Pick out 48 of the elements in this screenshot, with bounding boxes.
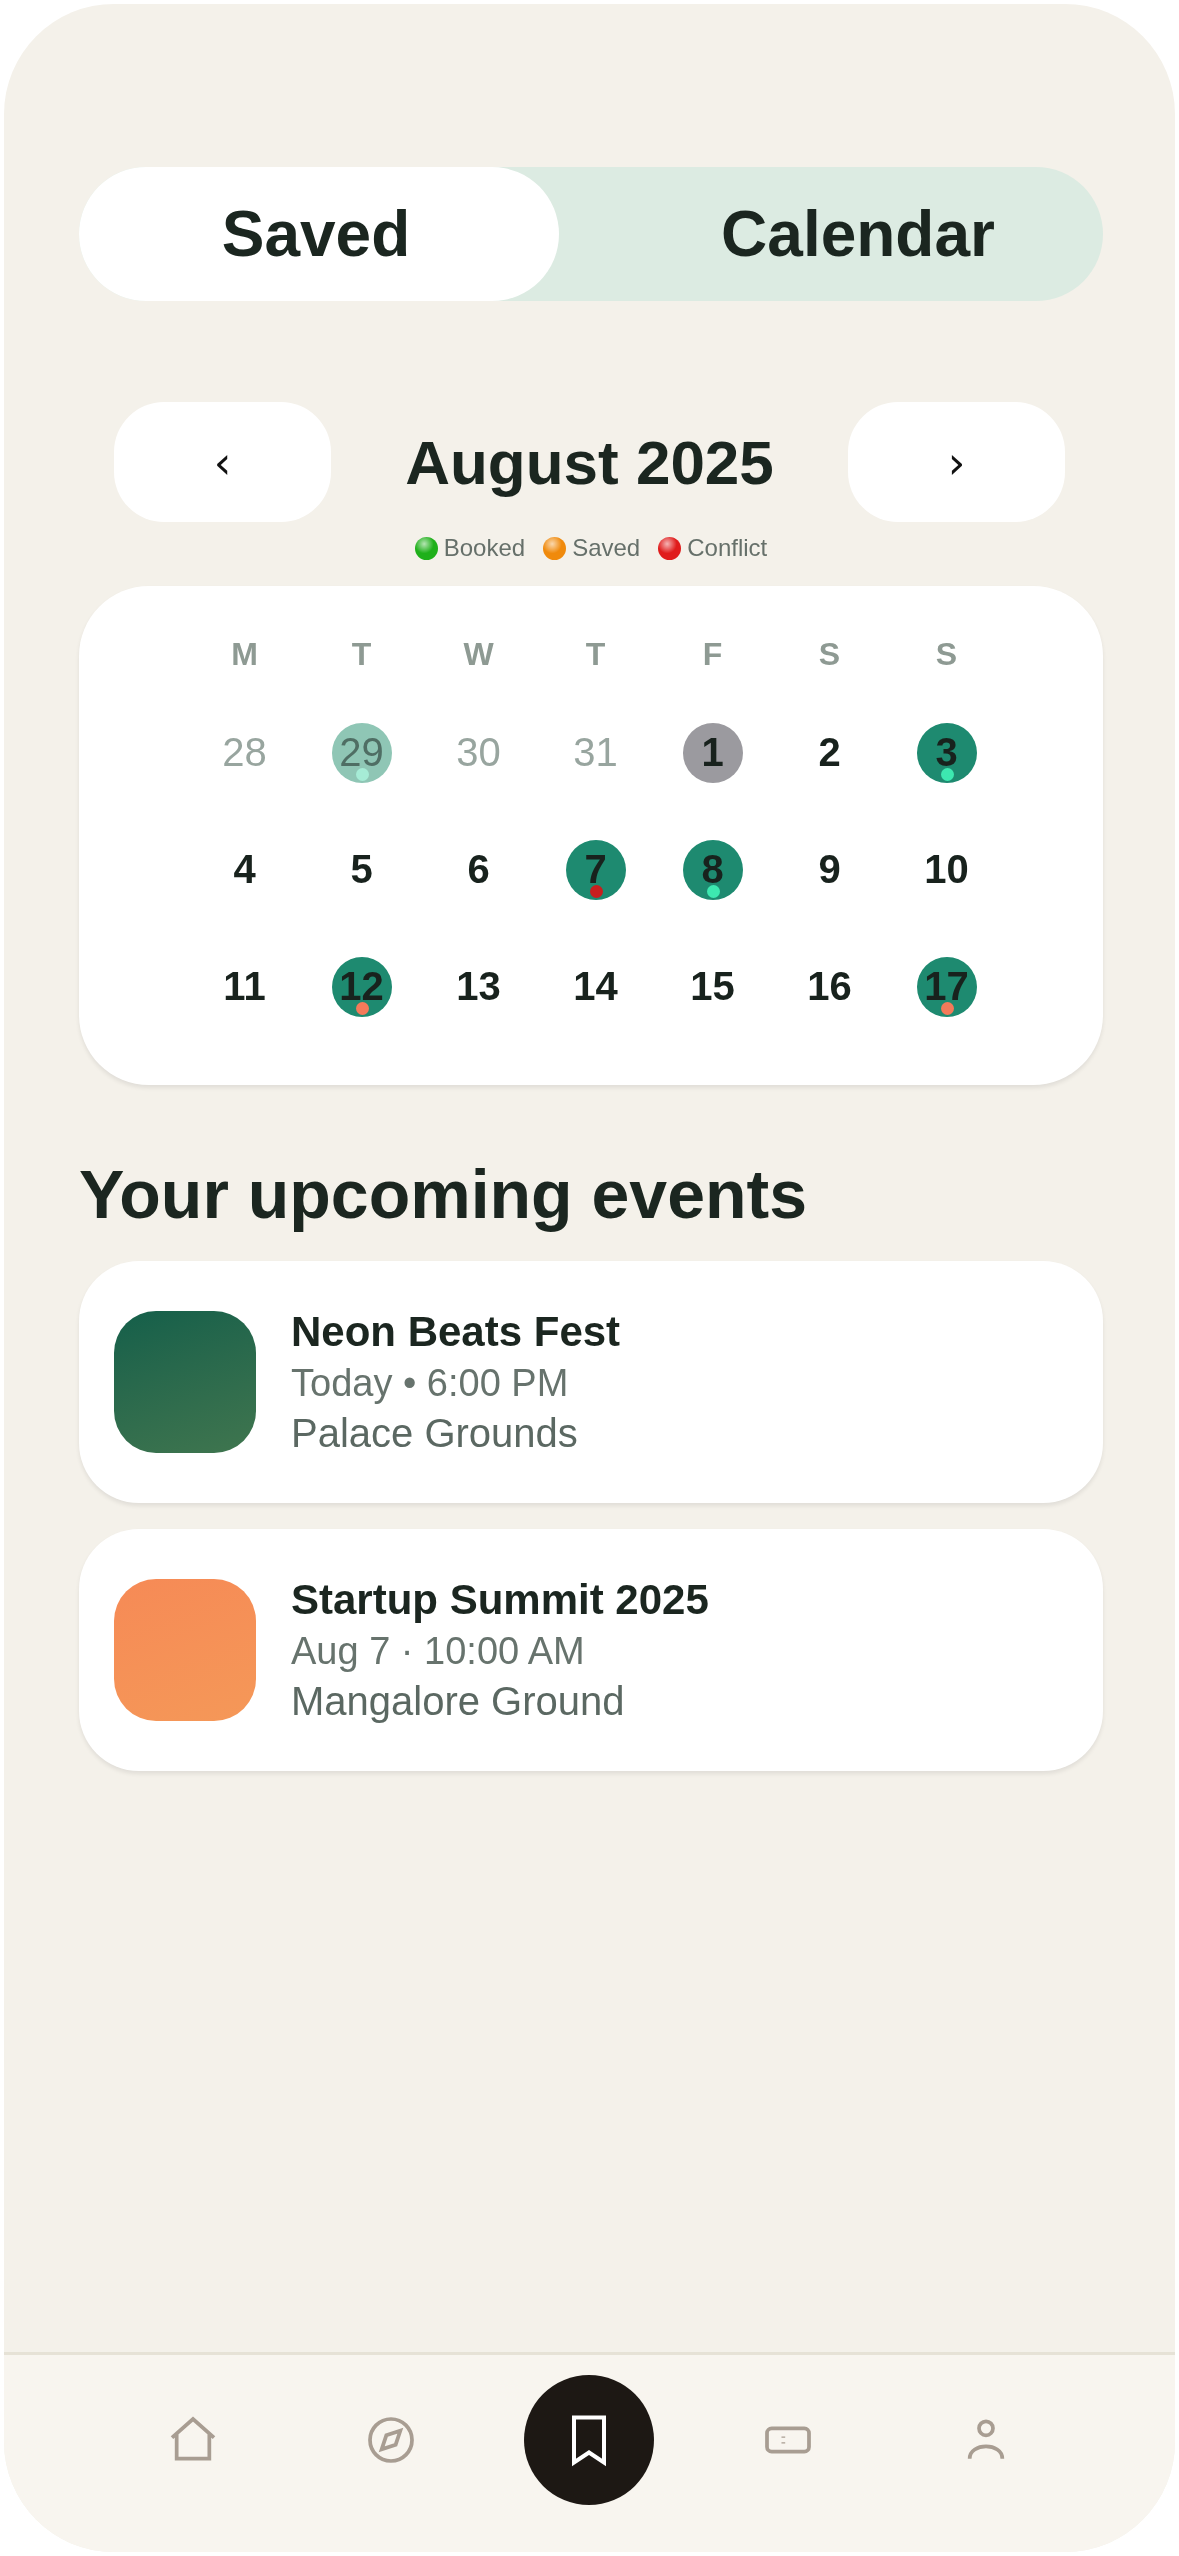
day-number[interactable]: 6	[467, 847, 490, 892]
weekday-label: M	[230, 634, 259, 674]
event-time: Aug 7 · 10:00 AM	[291, 1630, 586, 1673]
day-number[interactable]: 16	[807, 964, 852, 1009]
weekday-label: T	[350, 634, 373, 674]
weekday-label: T	[584, 634, 607, 674]
event-title: Neon Beats Fest	[291, 1308, 621, 1356]
day-number[interactable]: 4	[233, 847, 256, 892]
event-venue: Palace Grounds	[291, 1411, 579, 1456]
weekday-label: F	[701, 634, 724, 674]
day-number[interactable]: 11	[223, 964, 266, 1009]
event-time: Today • 6:00 PM	[291, 1362, 570, 1405]
legend-label: Saved	[572, 534, 641, 562]
day-number: 3	[935, 730, 958, 775]
day-highlight[interactable]: 8	[682, 839, 743, 900]
legend-label: Booked	[443, 534, 526, 562]
day-number[interactable]: 10	[924, 847, 969, 892]
day-number[interactable]: 14	[573, 964, 618, 1009]
day-number: 12	[339, 964, 384, 1009]
view-tab[interactable]: Calendar	[559, 167, 1103, 301]
day-highlight[interactable]: 3	[916, 722, 977, 783]
previous-month-button[interactable]: ‹	[114, 402, 331, 522]
day-number[interactable]: 13	[456, 964, 501, 1009]
day-number: 8	[701, 847, 724, 892]
weekday-label: W	[462, 634, 495, 674]
day-highlight[interactable]: 12	[331, 956, 392, 1017]
day-number[interactable]: 15	[690, 964, 735, 1009]
day-number[interactable]: 9	[818, 847, 841, 892]
weekday-label: S	[817, 634, 842, 674]
event-venue: Mangalore Ground	[291, 1679, 626, 1724]
day-number: 7	[584, 847, 607, 892]
day-number: 17	[924, 964, 969, 1009]
day-highlight[interactable]: 1	[682, 722, 743, 783]
event-title: Startup Summit 2025	[291, 1576, 709, 1624]
month-title: August 2025	[405, 426, 774, 498]
day-number[interactable]: 2	[818, 730, 841, 775]
view-tab[interactable]: Saved	[79, 167, 559, 301]
event-card[interactable]: Neon Beats Fest Today • 6:00 PM Palace Grounds	[79, 1261, 1103, 1503]
weekday-label: S	[934, 634, 959, 674]
day-number: 29	[339, 730, 384, 775]
day-number[interactable]: 5	[350, 847, 373, 892]
event-card[interactable]: Startup Summit 2025 Aug 7 · 10:00 AM Mangalore Ground	[79, 1529, 1103, 1771]
day-highlight[interactable]: 7	[565, 839, 626, 900]
legend-label: Conflict	[687, 534, 768, 562]
section-heading: Your upcoming events	[79, 1155, 808, 1233]
day-number: 1	[701, 730, 724, 775]
day-highlight[interactable]: 17	[916, 956, 977, 1017]
next-month-button[interactable]: ›	[848, 402, 1065, 522]
